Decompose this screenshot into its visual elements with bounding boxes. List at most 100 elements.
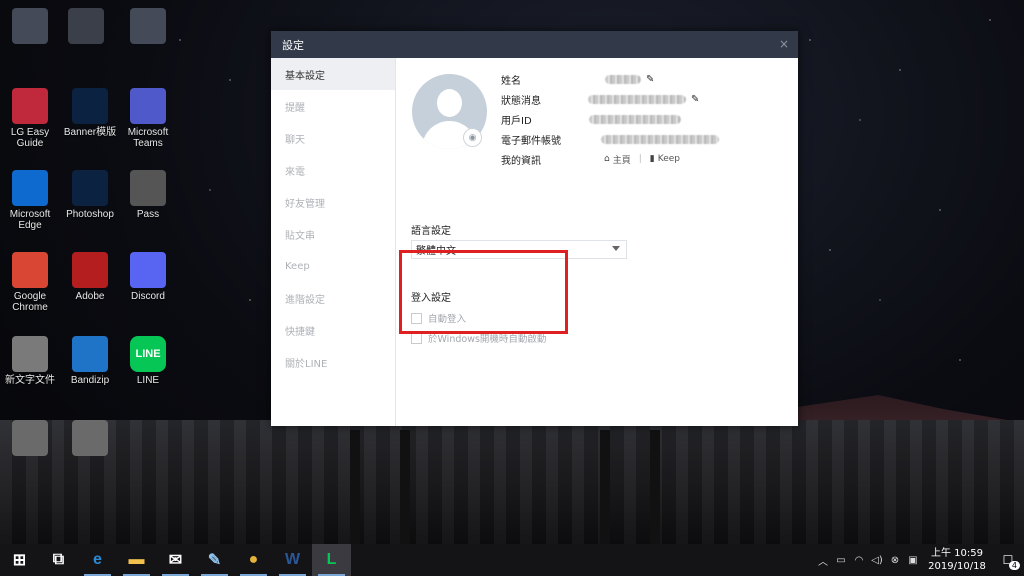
dialog-title: 設定 bbox=[282, 38, 304, 52]
status-label: 狀態消息 bbox=[501, 95, 541, 107]
sidebar-item-label: 進階設定 bbox=[285, 294, 325, 306]
email-label: 電子郵件帳號 bbox=[501, 135, 561, 147]
app-icon bbox=[72, 420, 108, 456]
taskbar-apps: ⊞ ⧉ e ▬ ✉ ✎ ● W L bbox=[0, 544, 351, 576]
chrome-taskbar[interactable]: ● bbox=[234, 544, 273, 576]
sidebar-item-label: 提醒 bbox=[285, 102, 305, 114]
sidebar-item-chat[interactable]: 聊天 bbox=[271, 122, 395, 154]
taskbar-clock[interactable]: 上午 10:59 2019/10/18 bbox=[928, 547, 986, 573]
keep-link[interactable]: ▮ Keep bbox=[650, 154, 680, 164]
desktop-icon[interactable]: LG Easy Guide bbox=[2, 88, 58, 149]
taskbar: ⊞ ⧉ e ▬ ✉ ✎ ● W L ︿ ▭ ◠ ◁) ⊗ ▣ 上午 10:59 2019/10/… bbox=[0, 544, 1024, 576]
sidebar-item-advanced[interactable]: 進階設定 bbox=[271, 282, 395, 314]
desktop-icon[interactable]: Pass bbox=[120, 170, 176, 220]
desktop-icon[interactable]: Adobe bbox=[62, 252, 118, 302]
desktop-icon[interactable] bbox=[58, 8, 114, 47]
desktop-icon[interactable] bbox=[62, 420, 118, 459]
desktop-icon[interactable] bbox=[2, 8, 58, 47]
desktop-icon-label: 新文字文件 bbox=[5, 375, 55, 386]
desktop-icon[interactable]: 新文字文件 bbox=[2, 336, 58, 386]
desktop-icon[interactable]: LINE LINE bbox=[120, 336, 176, 386]
sidebar-item-label: 聊天 bbox=[285, 134, 305, 146]
app-icon bbox=[130, 252, 166, 288]
app-icon bbox=[130, 170, 166, 206]
myinfo-links: ⌂ 主頁 | ▮ Keep bbox=[604, 153, 680, 166]
settings-sidebar: 基本設定 提醒 聊天 來電 好友管理 貼文串 Keep 進階設定 快捷鍵 關於L… bbox=[271, 58, 396, 426]
dialog-titlebar: 設定 × bbox=[271, 31, 798, 58]
notes-taskbar[interactable]: ✎ bbox=[195, 544, 234, 576]
start-icon: ⊞ bbox=[12, 552, 27, 569]
desktop-icon-label: Google Chrome bbox=[12, 291, 48, 313]
desktop-icon[interactable] bbox=[120, 8, 176, 47]
edit-name-icon[interactable]: ✎ bbox=[646, 74, 654, 85]
profile-userid-row: 用戶ID bbox=[501, 111, 681, 127]
pier-leg bbox=[400, 430, 410, 544]
redacted-email bbox=[601, 134, 719, 144]
chevron-up-icon[interactable]: ︿ bbox=[814, 553, 832, 568]
volume-icon[interactable]: ◁) bbox=[868, 555, 886, 566]
sidebar-item-label: Keep bbox=[285, 260, 310, 272]
app-icon bbox=[130, 88, 166, 124]
background-pier bbox=[0, 420, 1024, 544]
myinfo-label: 我的資訊 bbox=[501, 155, 541, 167]
settings-dialog: 設定 × 基本設定 提醒 聊天 來電 好友管理 貼文串 Keep 進階設定 快捷… bbox=[271, 31, 798, 426]
sidebar-item-label: 貼文串 bbox=[285, 230, 315, 242]
line-taskbar[interactable]: L bbox=[312, 544, 351, 576]
edit-status-icon[interactable]: ✎ bbox=[691, 94, 699, 105]
chevron-down-icon bbox=[612, 246, 620, 251]
desktop-icon[interactable]: Photoshop bbox=[62, 170, 118, 220]
sidebar-item-about[interactable]: 關於LINE bbox=[271, 346, 395, 378]
desktop-icon[interactable]: Bandizip bbox=[62, 336, 118, 386]
notes-icon: ✎ bbox=[207, 552, 222, 569]
system-tray: ︿ ▭ ◠ ◁) ⊗ ▣ 上午 10:59 2019/10/18 ☐ 4 bbox=[814, 544, 1024, 576]
app-icon bbox=[72, 252, 108, 288]
edge-taskbar[interactable]: e bbox=[78, 544, 117, 576]
task-view-button[interactable]: ⧉ bbox=[39, 544, 78, 576]
mail-taskbar[interactable]: ✉ bbox=[156, 544, 195, 576]
link-separator: | bbox=[638, 154, 642, 164]
desktop-icon[interactable]: Microsoft Edge bbox=[2, 170, 58, 231]
redacted-userid bbox=[589, 114, 681, 124]
word-taskbar[interactable]: W bbox=[273, 544, 312, 576]
desktop-icon[interactable]: Google Chrome bbox=[2, 252, 58, 313]
app-icon bbox=[72, 88, 108, 124]
clock-date: 2019/10/18 bbox=[928, 561, 986, 572]
app-icon bbox=[12, 8, 48, 44]
home-icon: ⌂ bbox=[604, 154, 610, 164]
close-icon[interactable]: × bbox=[779, 37, 789, 51]
file-explorer-taskbar[interactable]: ▬ bbox=[117, 544, 156, 576]
sidebar-item-keep[interactable]: Keep bbox=[271, 250, 395, 282]
chrome-icon: ● bbox=[248, 551, 259, 568]
desktop-icon[interactable]: Discord bbox=[120, 252, 176, 302]
battery-icon[interactable]: ▣ bbox=[904, 555, 922, 566]
auto-start-checkbox[interactable] bbox=[411, 332, 422, 344]
language-section-title: 語言設定 bbox=[411, 226, 451, 237]
desktop-icon[interactable] bbox=[2, 420, 58, 459]
notification-center-icon[interactable]: ☐ 4 bbox=[992, 544, 1024, 576]
sidebar-item-notifications[interactable]: 提醒 bbox=[271, 90, 395, 122]
desktop-icon-label: Adobe bbox=[75, 291, 105, 302]
ime-icon[interactable]: ⊗ bbox=[886, 555, 904, 566]
sidebar-item-calls[interactable]: 來電 bbox=[271, 154, 395, 186]
bookmark-icon: ▮ bbox=[649, 154, 655, 164]
home-link[interactable]: ⌂ 主頁 bbox=[604, 153, 631, 166]
file-explorer-icon: ▬ bbox=[128, 551, 145, 568]
sidebar-item-shortcuts[interactable]: 快捷鍵 bbox=[271, 314, 395, 346]
sidebar-item-basic[interactable]: 基本設定 bbox=[271, 58, 395, 90]
edge-icon: e bbox=[93, 551, 102, 568]
start-button[interactable]: ⊞ bbox=[0, 544, 39, 576]
desktop-icon-label: Discord bbox=[131, 291, 165, 302]
desktop-icon[interactable]: Banner模版 bbox=[62, 88, 118, 138]
wifi-icon[interactable]: ◠ bbox=[850, 555, 868, 566]
word-icon: W bbox=[284, 551, 301, 568]
keyboard-icon[interactable]: ▭ bbox=[832, 555, 850, 566]
profile-myinfo-row: 我的資訊 ⌂ 主頁 | ▮ Keep bbox=[501, 151, 680, 167]
desktop-icon-label: Bandizip bbox=[70, 375, 110, 386]
camera-icon[interactable]: ◉ bbox=[463, 128, 482, 147]
app-icon bbox=[12, 336, 48, 372]
sidebar-item-friends[interactable]: 好友管理 bbox=[271, 186, 395, 218]
sidebar-item-timeline[interactable]: 貼文串 bbox=[271, 218, 395, 250]
desktop-icon[interactable]: Microsoft Teams bbox=[120, 88, 176, 149]
app-icon bbox=[72, 170, 108, 206]
app-icon bbox=[12, 170, 48, 206]
